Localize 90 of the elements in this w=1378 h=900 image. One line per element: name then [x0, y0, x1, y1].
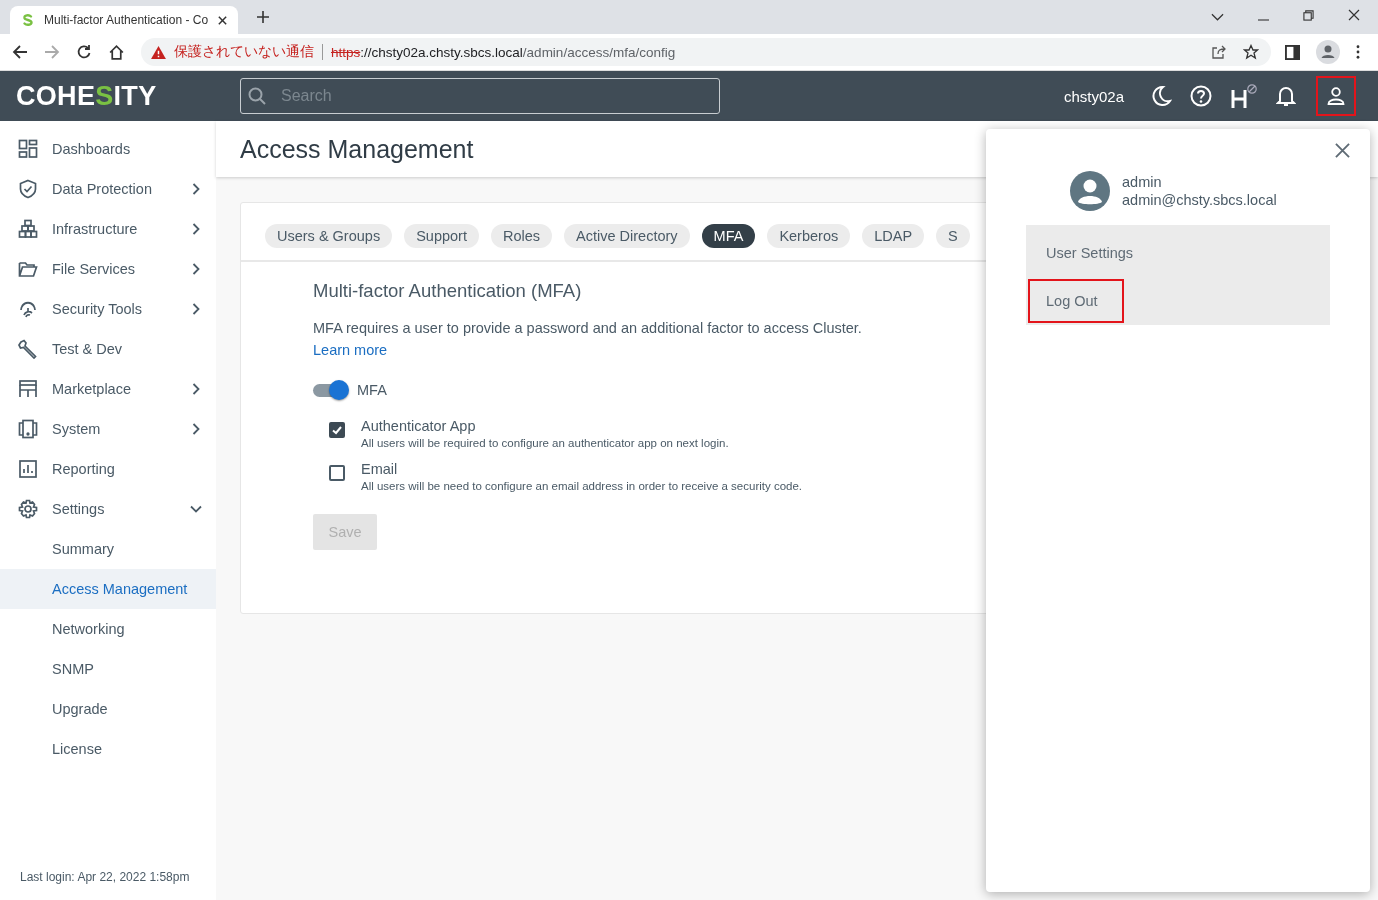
reload-icon[interactable] [76, 44, 92, 60]
option-label: Authenticator App [361, 418, 477, 434]
avatar-icon [1070, 171, 1110, 211]
star-icon[interactable] [1243, 44, 1259, 60]
tab[interactable]: Users & Groups [265, 224, 393, 248]
new-tab-icon[interactable] [256, 10, 270, 24]
nav-item[interactable]: Test & Dev [0, 329, 216, 369]
last-login-text: Last login: Apr 22, 2022 1:58pm [19, 870, 191, 886]
chevron-down-icon[interactable] [1211, 13, 1224, 21]
nav-subitem[interactable]: Networking [0, 609, 216, 649]
close-icon[interactable] [1335, 143, 1350, 158]
user-email: admin@chsty.sbcs.local [1122, 191, 1277, 209]
nav-label: Reporting [52, 461, 116, 477]
more-icon[interactable] [1356, 45, 1360, 59]
share-icon[interactable] [1211, 44, 1227, 60]
nav-subitem[interactable]: Summary [0, 529, 216, 569]
nav-subitem[interactable]: SNMP [0, 649, 216, 689]
tab[interactable]: S [936, 224, 970, 248]
nav-label: Data Protection [52, 181, 153, 197]
storefront-icon [18, 379, 38, 399]
help-icon[interactable] [1190, 85, 1212, 107]
profile-avatar-icon[interactable] [1316, 40, 1340, 64]
nav-item[interactable]: Data Protection [0, 169, 216, 209]
mfa-toggle[interactable] [313, 380, 349, 400]
nav-subitem[interactable]: Access Management [0, 569, 216, 609]
cluster-name[interactable]: chsty02a [1063, 87, 1124, 105]
address-bar[interactable]: 保護されていない通信 https://chsty02a.chsty.sbcs.local/admin/access/mfa/config [141, 38, 1271, 66]
nav-item[interactable]: Marketplace [0, 369, 216, 409]
menu-item[interactable]: User Settings [1028, 231, 1160, 275]
gear-icon [18, 499, 38, 519]
option-label: Email [361, 461, 399, 477]
toggle-label: MFA [357, 382, 387, 398]
nav-subitem[interactable]: Upgrade [0, 689, 216, 729]
nav-label: Test & Dev [52, 341, 124, 357]
nav-item[interactable]: Dashboards [0, 129, 216, 169]
tab[interactable]: Kerberos [767, 224, 851, 248]
nav-item[interactable]: Security Tools [0, 289, 216, 329]
search-field[interactable]: Search [240, 78, 720, 114]
nav-item[interactable]: Infrastructure [0, 209, 216, 249]
learn-more-link[interactable]: Learn more [313, 342, 388, 358]
nav-item[interactable]: Settings [0, 489, 216, 529]
tab[interactable]: Roles [490, 224, 553, 248]
checkbox[interactable] [329, 422, 345, 438]
nav-label: File Services [52, 261, 136, 277]
warning-icon [151, 45, 166, 59]
menu-item[interactable]: Log Out [1028, 279, 1124, 323]
moon-icon[interactable] [1150, 85, 1172, 107]
tab[interactable]: MFA [701, 224, 756, 248]
folder-icon [18, 259, 38, 279]
nav-label: Infrastructure [52, 221, 139, 237]
nav-item[interactable]: File Services [0, 249, 216, 289]
page-title: Access Management [240, 134, 474, 164]
devices-icon [18, 419, 38, 439]
user-name: admin [1122, 173, 1163, 191]
nav-label: Marketplace [52, 381, 132, 397]
section-title: Multi-factor Authentication (MFA) [313, 280, 582, 302]
security-warning: 保護されていない通信 [174, 43, 314, 61]
bell-icon[interactable] [1276, 85, 1296, 107]
shield-check-icon [18, 179, 38, 199]
helios-icon[interactable] [1230, 83, 1258, 109]
restore-icon[interactable] [1303, 10, 1314, 21]
tab[interactable]: Active Directory [564, 224, 690, 248]
nav-item[interactable]: System [0, 409, 216, 449]
blocks-icon [18, 219, 38, 239]
dashboard-grid-icon [18, 139, 38, 159]
bar-chart-icon [18, 459, 38, 479]
nav-label: System [52, 421, 102, 437]
nav-label: Security Tools [52, 301, 143, 317]
user-button[interactable] [1316, 76, 1356, 116]
nav-label: Settings [52, 501, 106, 517]
checkbox[interactable] [329, 465, 345, 481]
search-icon [248, 87, 266, 105]
url-text: https://chsty02a.chsty.sbcs.local/admin/access/mfa/config [331, 44, 676, 60]
user-icon [1326, 86, 1346, 106]
logo[interactable]: COHESITY [16, 80, 222, 112]
description-text: MFA requires a user to provide a password and an additional factor to access Cluster. [313, 320, 862, 336]
tab[interactable]: Support [404, 224, 479, 248]
close-icon[interactable] [1348, 9, 1360, 21]
tab[interactable]: LDAP [862, 224, 925, 248]
side-panel-icon[interactable] [1285, 44, 1300, 60]
nav-subitem[interactable]: License [0, 729, 216, 769]
site-logo-icon [20, 12, 36, 28]
home-icon[interactable] [108, 43, 125, 61]
nav-label: Dashboards [52, 141, 132, 157]
option-hint: All users will be need to configure an email address in order to receive a security code. [361, 480, 803, 492]
close-icon[interactable] [217, 14, 228, 26]
back-icon[interactable] [12, 44, 28, 60]
nav-item[interactable]: Reporting [0, 449, 216, 489]
option-hint: All users will be required to configure an authenticator app on next login. [361, 437, 729, 449]
wrench-icon [18, 339, 38, 359]
